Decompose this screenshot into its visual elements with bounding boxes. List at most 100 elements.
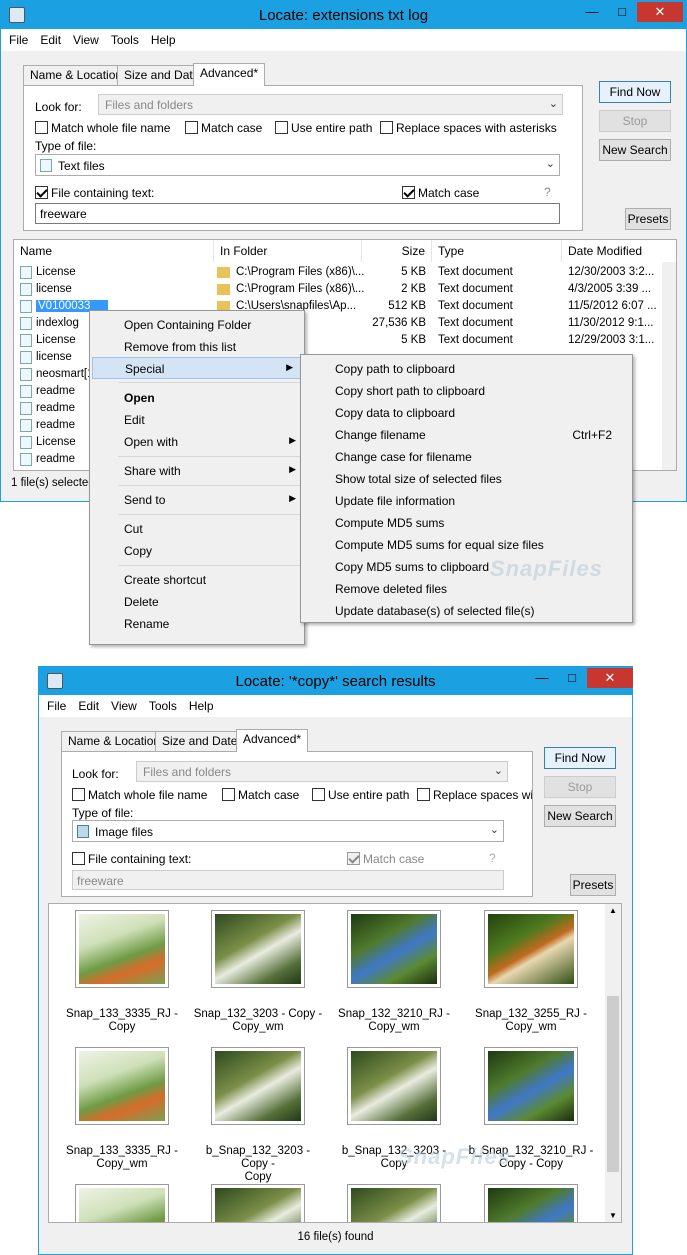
menu-rename[interactable]: Rename — [90, 613, 304, 635]
column-date[interactable]: Date Modified — [562, 240, 676, 262]
thumbnail-item[interactable] — [347, 1184, 441, 1222]
scroll-up-arrow[interactable]: ▲ — [609, 906, 617, 915]
menu-delete[interactable]: Delete — [90, 591, 304, 613]
butterfly-image — [351, 1188, 437, 1222]
special-item-0[interactable]: Copy path to clipboard — [301, 358, 632, 380]
special-item-2[interactable]: Copy data to clipboard — [301, 402, 632, 424]
menu-edit[interactable]: Edit — [34, 29, 67, 47]
match-case-checkbox[interactable] — [185, 121, 198, 134]
thumbnail-item[interactable] — [484, 1047, 578, 1125]
vertical-scrollbar[interactable]: ▲ ▼ — [605, 904, 621, 1222]
maximize-icon[interactable]: □ — [557, 668, 587, 688]
maximize-icon[interactable]: □ — [607, 2, 637, 22]
replace-spaces-checkbox[interactable] — [380, 121, 393, 134]
replace-spaces-checkbox[interactable] — [417, 788, 430, 801]
menu-cut[interactable]: Cut — [90, 518, 304, 540]
thumbnail-item[interactable] — [211, 1184, 305, 1222]
column-type[interactable]: Type — [432, 240, 562, 262]
close-icon[interactable]: ✕ — [637, 2, 683, 22]
tab-name-location[interactable]: Name & Location — [23, 65, 130, 85]
table-row[interactable]: license C:\Program Files (x86)\... 2 KB Tex… — [14, 281, 662, 298]
menu-remove-from-list[interactable]: Remove from this list — [90, 336, 304, 358]
stop-button[interactable]: Stop — [544, 776, 616, 798]
thumbnail-item[interactable] — [347, 1047, 441, 1125]
containing-text-input[interactable]: freeware — [35, 203, 560, 224]
thumbnail-item[interactable] — [484, 1184, 578, 1222]
special-item-4[interactable]: Change case for filename — [301, 446, 632, 468]
file-containing-checkbox[interactable] — [72, 852, 85, 865]
match-whole-checkbox[interactable] — [35, 121, 48, 134]
menu-file[interactable]: File — [1, 29, 34, 47]
menu-tools[interactable]: Tools — [105, 29, 145, 47]
look-for-select[interactable]: Files and folders ⌄ — [98, 94, 563, 115]
tab-advanced[interactable]: Advanced* — [193, 63, 266, 86]
minimize-icon[interactable]: — — [577, 2, 607, 22]
menu-special[interactable]: Special ▶ — [92, 357, 302, 379]
menu-view[interactable]: View — [67, 29, 105, 47]
thumbnail-item[interactable] — [75, 910, 169, 988]
thumbnail-item[interactable] — [75, 1184, 169, 1222]
minimize-icon[interactable]: — — [527, 668, 557, 688]
containing-match-case-checkbox[interactable] — [402, 186, 415, 199]
column-in-folder[interactable]: In Folder — [214, 240, 362, 262]
close-icon[interactable]: ✕ — [587, 668, 633, 688]
type-of-file-select[interactable]: Text files ⌄ — [35, 154, 560, 176]
thumbnail-item[interactable] — [484, 910, 578, 988]
menu-share-with[interactable]: Share with ▶ — [90, 460, 304, 482]
look-for-select[interactable]: Files and folders ⌄ — [136, 761, 508, 782]
special-item-11[interactable]: Update database(s) of selected file(s) — [301, 600, 632, 622]
thumbnail-item[interactable] — [75, 1047, 169, 1125]
title-bar[interactable]: Locate: extensions txt log — □ ✕ — [1, 1, 686, 29]
menu-help[interactable]: Help — [145, 29, 182, 47]
menu-view[interactable]: View — [105, 695, 143, 713]
containing-text-input[interactable]: freeware — [72, 870, 504, 890]
thumbnail-item[interactable] — [211, 910, 305, 988]
help-icon[interactable]: ? — [544, 185, 551, 199]
help-icon[interactable]: ? — [489, 851, 496, 865]
menu-edit[interactable]: Edit — [90, 409, 304, 431]
special-item-8[interactable]: Compute MD5 sums for equal size files — [301, 534, 632, 556]
scroll-thumb[interactable] — [607, 996, 619, 1172]
new-search-button[interactable]: New Search — [544, 805, 616, 827]
entire-path-checkbox[interactable] — [275, 121, 288, 134]
tab-advanced[interactable]: Advanced* — [236, 729, 309, 752]
containing-match-case-checkbox[interactable] — [347, 852, 360, 865]
thumbnail-item[interactable] — [347, 910, 441, 988]
menu-edit[interactable]: Edit — [72, 695, 105, 713]
text-file-icon — [20, 368, 32, 381]
tab-size-date[interactable]: Size and Date* — [155, 731, 250, 751]
find-now-button[interactable]: Find Now — [599, 81, 671, 103]
special-item-5[interactable]: Show total size of selected files — [301, 468, 632, 490]
find-now-button[interactable]: Find Now — [544, 747, 616, 769]
column-name[interactable]: Name — [14, 240, 214, 262]
special-item-3[interactable]: Change filename Ctrl+F2 — [301, 424, 632, 446]
title-bar[interactable]: Locate: '*copy*' search results — □ ✕ — [39, 667, 633, 695]
menu-file[interactable]: File — [39, 695, 72, 713]
menu-copy[interactable]: Copy — [90, 540, 304, 562]
menu-open-with[interactable]: Open with ▶ — [90, 431, 304, 453]
special-item-1[interactable]: Copy short path to clipboard — [301, 380, 632, 402]
special-item-6[interactable]: Update file information — [301, 490, 632, 512]
menu-create-shortcut[interactable]: Create shortcut — [90, 569, 304, 591]
special-item-7[interactable]: Compute MD5 sums — [301, 512, 632, 534]
match-whole-checkbox[interactable] — [72, 788, 85, 801]
column-size[interactable]: Size — [362, 240, 432, 262]
menu-open-containing-folder[interactable]: Open Containing Folder — [90, 314, 304, 336]
match-case-checkbox[interactable] — [222, 788, 235, 801]
vertical-scrollbar[interactable] — [662, 262, 676, 470]
menu-help[interactable]: Help — [183, 695, 220, 713]
type-of-file-select[interactable]: Image files ⌄ — [72, 820, 504, 842]
menu-tools[interactable]: Tools — [143, 695, 183, 713]
stop-button[interactable]: Stop — [599, 110, 671, 132]
thumbnail-grid[interactable]: ▲ ▼ Snap_133_3335_RJ - Copy Snap_132_3203 … — [48, 903, 622, 1223]
new-search-button[interactable]: New Search — [599, 139, 671, 161]
thumbnail-item[interactable] — [211, 1047, 305, 1125]
presets-button[interactable]: Presets — [570, 874, 616, 896]
table-row[interactable]: License C:\Program Files (x86)\... 5 KB Tex… — [14, 264, 662, 281]
menu-open[interactable]: Open — [90, 387, 304, 409]
presets-button[interactable]: Presets — [625, 208, 671, 230]
entire-path-checkbox[interactable] — [312, 788, 325, 801]
file-containing-checkbox[interactable] — [35, 186, 48, 199]
scroll-down-arrow[interactable]: ▼ — [609, 1211, 617, 1220]
menu-send-to[interactable]: Send to ▶ — [90, 489, 304, 511]
